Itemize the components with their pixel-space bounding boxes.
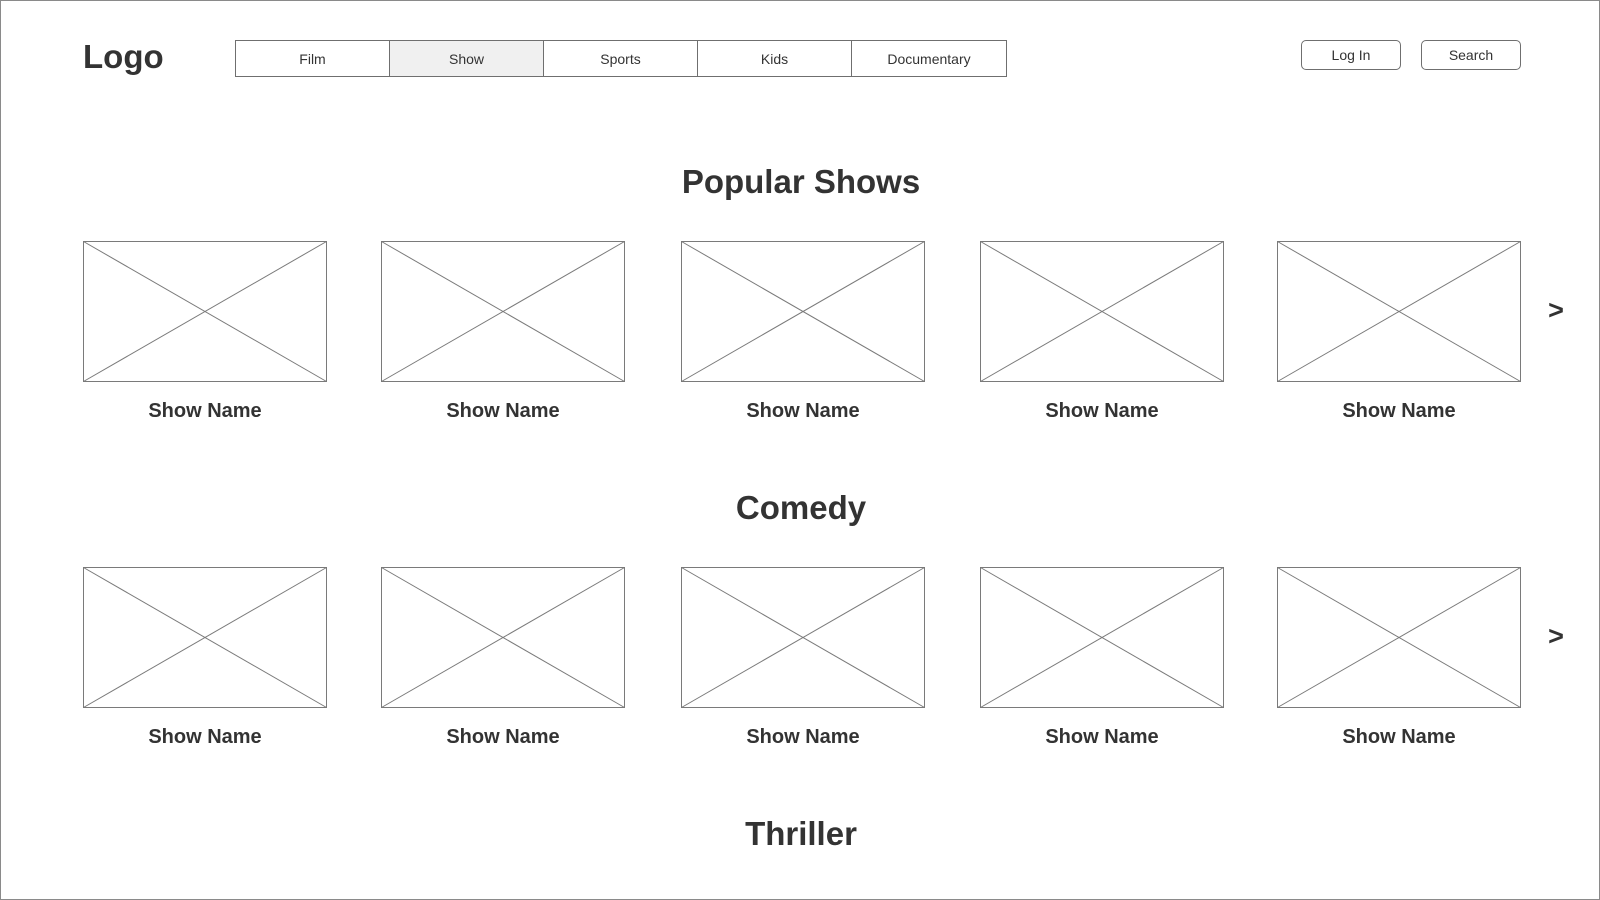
- category-nav: Film Show Sports Kids Documentary: [235, 40, 1007, 77]
- show-card[interactable]: Show Name: [381, 567, 625, 749]
- show-name: Show Name: [446, 726, 560, 748]
- image-placeholder-icon: [681, 567, 925, 708]
- image-placeholder-icon: [681, 241, 925, 382]
- show-name: Show Name: [1045, 726, 1159, 748]
- show-card[interactable]: Show Name: [980, 567, 1224, 749]
- show-card[interactable]: Show Name: [1277, 241, 1521, 423]
- tab-sports[interactable]: Sports: [544, 41, 698, 76]
- image-placeholder-icon: [83, 567, 327, 708]
- logo[interactable]: Logo: [83, 37, 164, 77]
- show-card[interactable]: Show Name: [83, 241, 327, 423]
- show-name: Show Name: [148, 726, 262, 748]
- section-title-popular-shows: Popular Shows: [681, 163, 921, 200]
- login-button[interactable]: Log In: [1301, 40, 1401, 70]
- show-card[interactable]: Show Name: [980, 241, 1224, 423]
- show-name: Show Name: [1342, 726, 1456, 748]
- show-name: Show Name: [1342, 400, 1456, 422]
- show-card[interactable]: Show Name: [1277, 567, 1521, 749]
- image-placeholder-icon: [381, 567, 625, 708]
- section-title-comedy: Comedy: [735, 489, 867, 526]
- section-title-thriller: Thriller: [745, 815, 857, 852]
- show-card[interactable]: Show Name: [381, 241, 625, 423]
- show-card[interactable]: Show Name: [681, 567, 925, 749]
- show-name: Show Name: [1045, 400, 1159, 422]
- tab-kids[interactable]: Kids: [698, 41, 852, 76]
- tab-show[interactable]: Show: [390, 41, 544, 76]
- image-placeholder-icon: [1277, 241, 1521, 382]
- tab-documentary[interactable]: Documentary: [852, 41, 1006, 76]
- image-placeholder-icon: [980, 241, 1224, 382]
- show-name: Show Name: [148, 400, 262, 422]
- show-name: Show Name: [446, 400, 560, 422]
- show-card[interactable]: Show Name: [681, 241, 925, 423]
- tab-film[interactable]: Film: [236, 41, 390, 76]
- show-name: Show Name: [746, 726, 860, 748]
- chevron-right-icon[interactable]: >: [1544, 621, 1568, 651]
- image-placeholder-icon: [83, 241, 327, 382]
- app-window: Logo Film Show Sports Kids Documentary L…: [0, 0, 1600, 900]
- show-name: Show Name: [746, 400, 860, 422]
- search-button[interactable]: Search: [1421, 40, 1521, 70]
- show-card[interactable]: Show Name: [83, 567, 327, 749]
- image-placeholder-icon: [381, 241, 625, 382]
- image-placeholder-icon: [1277, 567, 1521, 708]
- image-placeholder-icon: [980, 567, 1224, 708]
- chevron-right-icon[interactable]: >: [1544, 295, 1568, 325]
